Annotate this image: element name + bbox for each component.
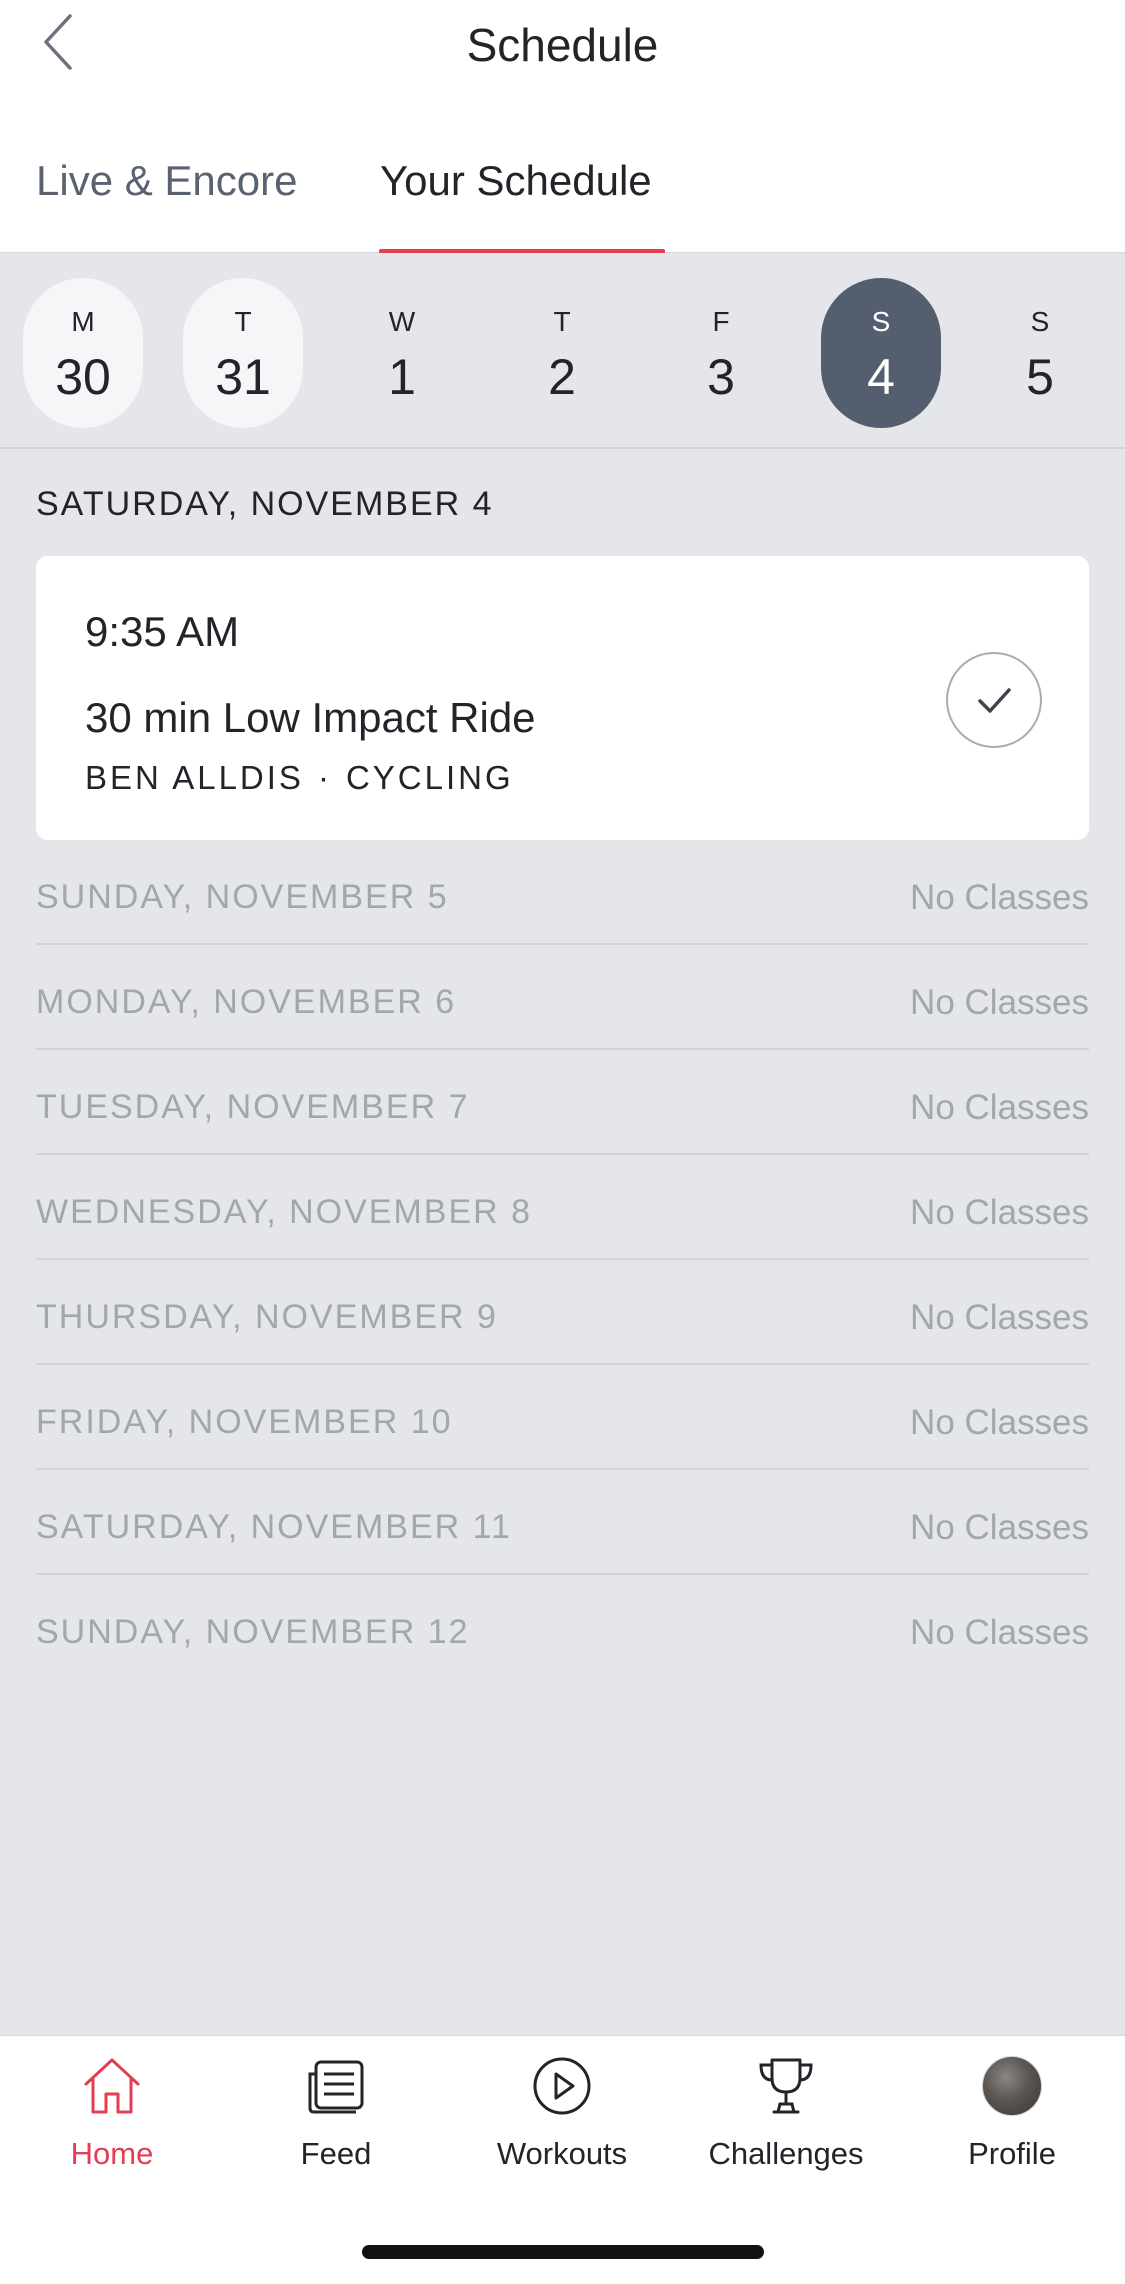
nav-home[interactable]: Home	[12, 2056, 212, 2186]
nav-challenges[interactable]: Challenges	[686, 2056, 886, 2186]
tab-bar: Live & Encore Your Schedule	[0, 95, 1125, 255]
feed-icon	[306, 2056, 366, 2116]
day-number: 5	[1026, 349, 1054, 405]
day-sunday[interactable]: S 5	[980, 278, 1100, 428]
day-wednesday[interactable]: W 1	[342, 278, 462, 428]
avatar-wrapper	[982, 2056, 1042, 2116]
day-friday[interactable]: F 3	[661, 278, 781, 428]
nav-feed[interactable]: Feed	[236, 2056, 436, 2186]
list-item: THURSDAY, NOVEMBER 9 No Classes	[36, 1260, 1089, 1365]
nav-label: Feed	[300, 2136, 372, 2171]
row-status: No Classes	[910, 983, 1089, 1022]
class-title: 30 min Low Impact Ride	[85, 694, 536, 741]
day-saturday-selected[interactable]: S 4	[821, 278, 941, 428]
selected-day-heading: SATURDAY, NOVEMBER 4	[36, 485, 494, 523]
scheduled-check-button[interactable]	[946, 652, 1042, 748]
checkmark-icon	[978, 688, 1011, 713]
row-status: No Classes	[910, 1613, 1089, 1652]
nav-profile[interactable]: Profile	[912, 2056, 1112, 2186]
schedule-content: M 30 T 31 W 1 T 2 F 3 S 4 S 5 SATURDAY, …	[0, 253, 1125, 2035]
day-number: 3	[707, 349, 735, 405]
list-item: WEDNESDAY, NOVEMBER 8 No Classes	[36, 1155, 1089, 1260]
row-date: MONDAY, NOVEMBER 6	[36, 983, 457, 1021]
list-item: SUNDAY, NOVEMBER 5 No Classes	[36, 840, 1089, 945]
class-meta: BEN ALLDIS · CYCLING	[85, 759, 514, 797]
row-status: No Classes	[910, 878, 1089, 917]
day-letter: S	[1030, 306, 1050, 337]
nav-label: Challenges	[708, 2136, 864, 2171]
row-date: WEDNESDAY, NOVEMBER 8	[36, 1193, 533, 1231]
home-icon	[82, 2056, 142, 2116]
meta-separator: ·	[317, 759, 332, 796]
avatar	[982, 2056, 1042, 2116]
page-title: Schedule	[466, 19, 659, 71]
nav-label: Home	[70, 2136, 154, 2171]
nav-label: Workouts	[496, 2136, 628, 2171]
day-letter: T	[234, 306, 252, 337]
day-letter: S	[871, 306, 891, 337]
day-monday[interactable]: M 30	[23, 278, 143, 428]
class-category: CYCLING	[345, 759, 514, 796]
row-status: No Classes	[910, 1088, 1089, 1127]
day-number: 2	[548, 349, 576, 405]
class-time: 9:35 AM	[85, 608, 240, 655]
tab-your-schedule[interactable]: Your Schedule	[380, 157, 652, 205]
row-date: SUNDAY, NOVEMBER 12	[36, 1613, 470, 1651]
class-card[interactable]: 9:35 AM 30 min Low Impact Ride BEN ALLDI…	[36, 556, 1089, 840]
list-item: TUESDAY, NOVEMBER 7 No Classes	[36, 1050, 1089, 1155]
row-status: No Classes	[910, 1298, 1089, 1337]
day-tuesday[interactable]: T 31	[183, 278, 303, 428]
row-date: SATURDAY, NOVEMBER 11	[36, 1508, 512, 1546]
row-date: SUNDAY, NOVEMBER 5	[36, 878, 449, 916]
row-status: No Classes	[910, 1403, 1089, 1442]
list-item: FRIDAY, NOVEMBER 10 No Classes	[36, 1365, 1089, 1470]
day-number: 4	[867, 349, 895, 405]
day-thursday[interactable]: T 2	[502, 278, 622, 428]
day-number: 31	[215, 349, 271, 405]
day-letter: F	[712, 306, 730, 337]
row-date: TUESDAY, NOVEMBER 7	[36, 1088, 470, 1126]
nav-label: Profile	[968, 2136, 1056, 2171]
day-letter: W	[388, 306, 416, 337]
list-item: MONDAY, NOVEMBER 6 No Classes	[36, 945, 1089, 1050]
nav-workouts[interactable]: Workouts	[462, 2056, 662, 2186]
list-item: SUNDAY, NOVEMBER 12 No Classes	[36, 1575, 1089, 1680]
day-letter: M	[71, 306, 95, 337]
day-letter: T	[553, 306, 571, 337]
week-selector: M 30 T 31 W 1 T 2 F 3 S 4 S 5	[0, 253, 1125, 449]
home-indicator	[362, 2245, 764, 2259]
list-item: SATURDAY, NOVEMBER 11 No Classes	[36, 1470, 1089, 1575]
class-instructor: BEN ALLDIS	[85, 759, 304, 796]
row-date: THURSDAY, NOVEMBER 9	[36, 1298, 498, 1336]
day-number: 1	[388, 349, 416, 405]
trophy-icon	[756, 2056, 816, 2116]
day-number: 30	[55, 349, 111, 405]
tab-live-encore[interactable]: Live & Encore	[36, 157, 297, 205]
play-circle-icon	[532, 2056, 592, 2116]
header: Schedule	[0, 0, 1125, 95]
row-status: No Classes	[910, 1508, 1089, 1547]
row-status: No Classes	[910, 1193, 1089, 1232]
row-date: FRIDAY, NOVEMBER 10	[36, 1403, 453, 1441]
